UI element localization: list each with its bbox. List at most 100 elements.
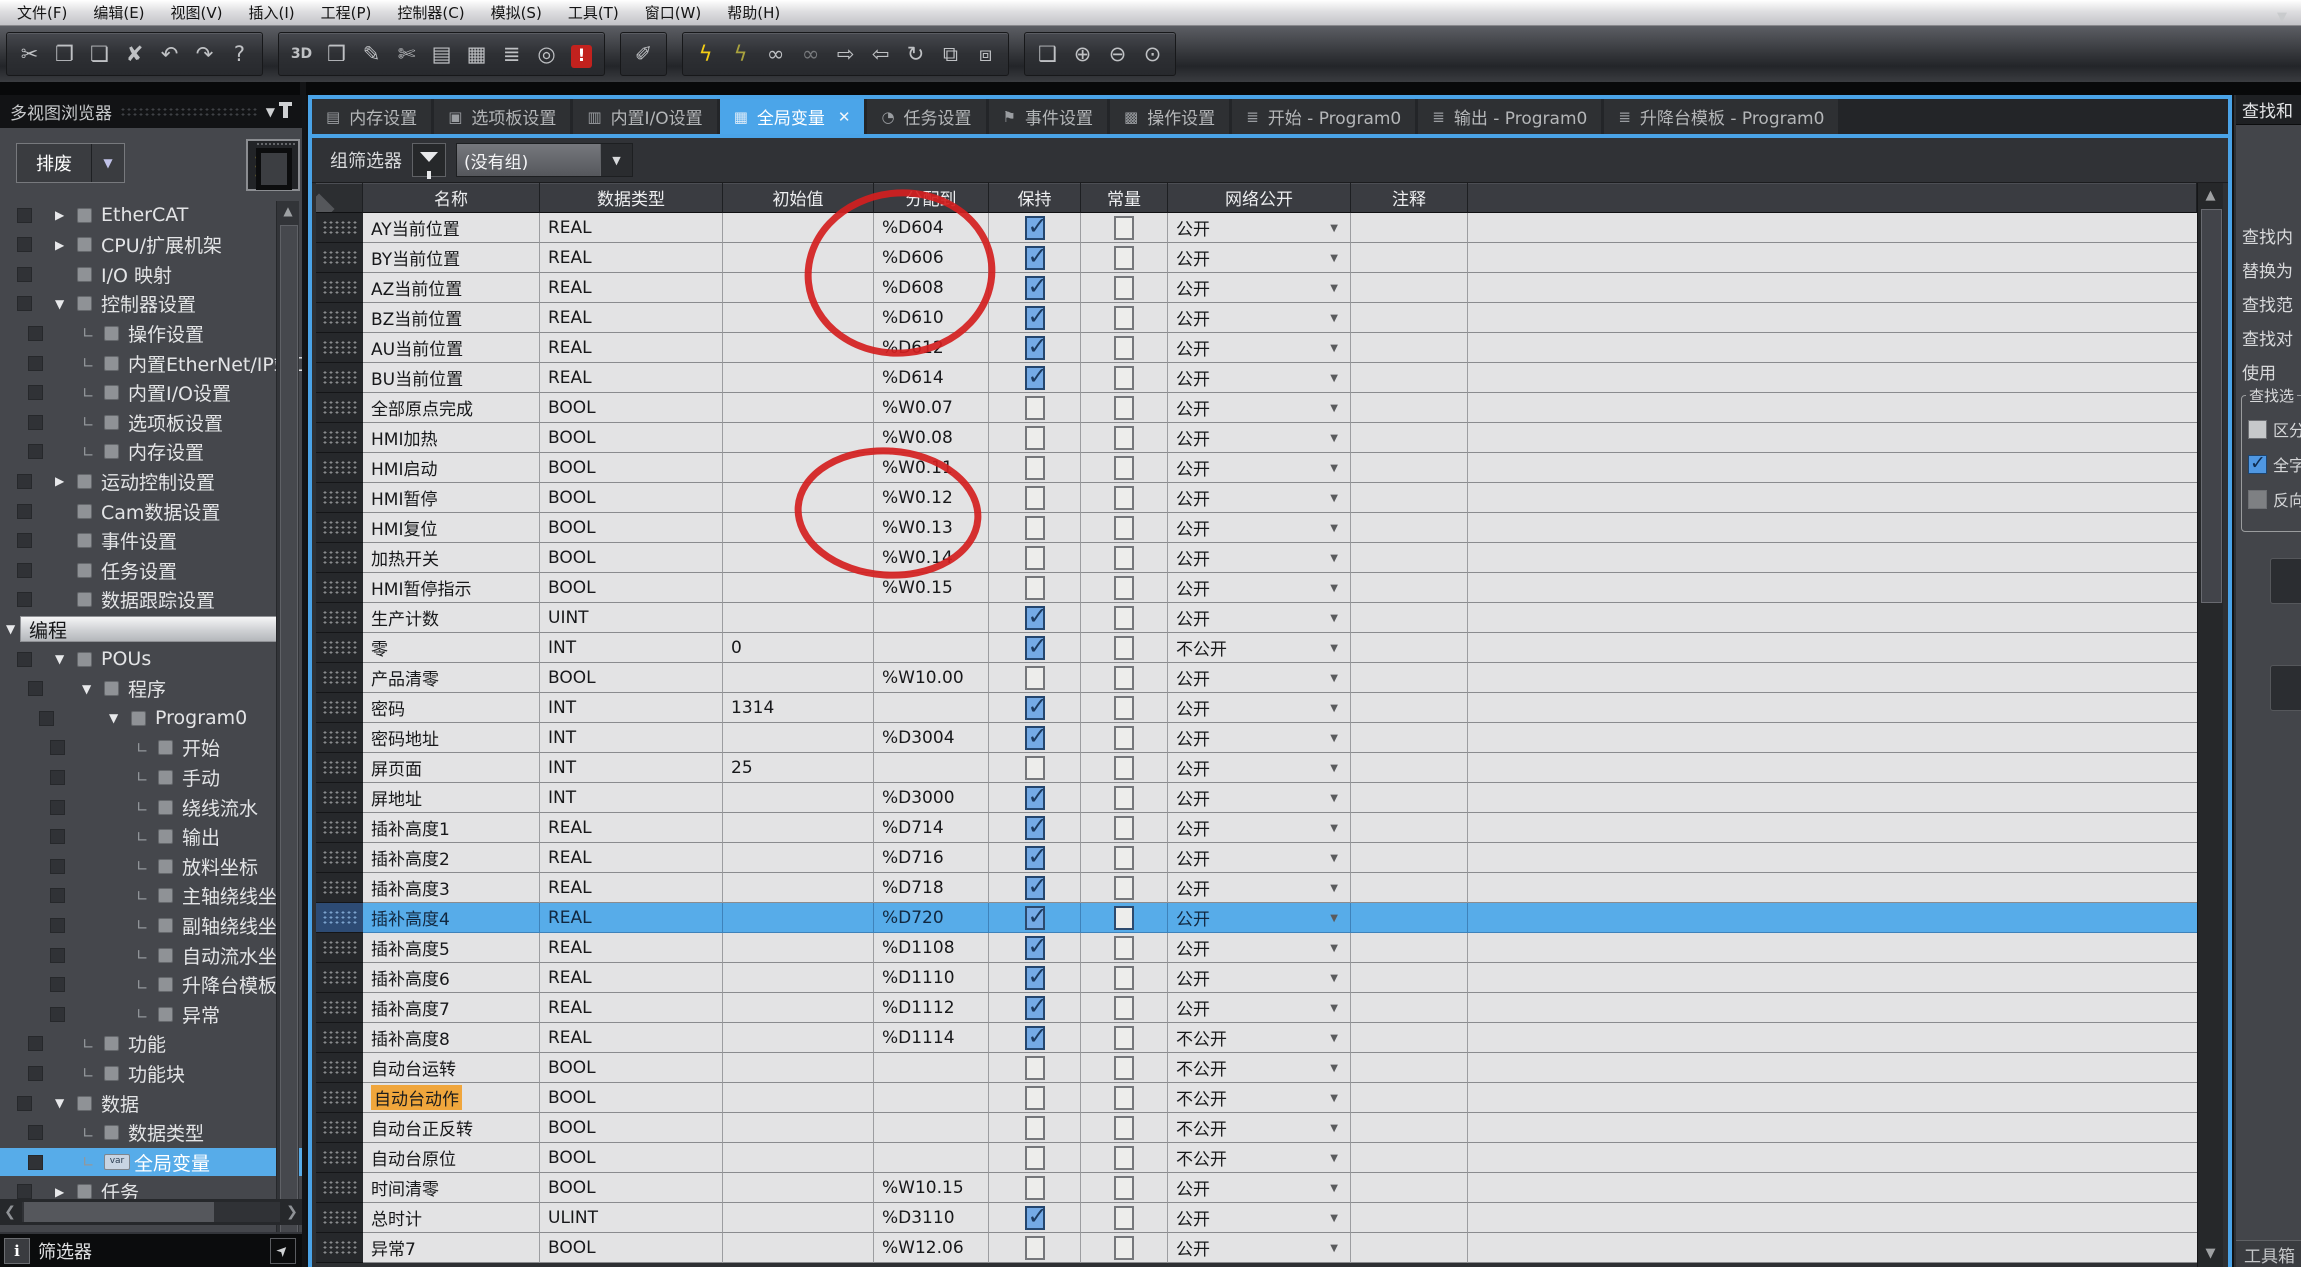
collapse-arrow-icon[interactable]: ▼ (109, 711, 118, 725)
constant-checkbox[interactable] (1114, 1146, 1134, 1170)
cell-network-publish[interactable]: 公开▼ (1168, 1233, 1351, 1263)
tree-item[interactable]: ▼数据 (0, 1089, 302, 1117)
cell-data-type[interactable]: REAL (540, 243, 723, 273)
cell-network-publish[interactable]: 公开▼ (1168, 273, 1351, 303)
cell-comment[interactable] (1351, 993, 1468, 1023)
cell-network-publish[interactable]: 不公开▼ (1168, 1053, 1351, 1083)
tree-item[interactable]: Cam数据设置 (0, 497, 302, 525)
cell-at-address[interactable] (874, 693, 989, 723)
cell-initial-value[interactable] (723, 513, 874, 543)
cell-comment[interactable] (1351, 633, 1468, 663)
table-scrollbar-thumb[interactable] (2201, 209, 2222, 603)
cell-name[interactable]: BY当前位置 (363, 243, 540, 273)
cell-name[interactable]: 插补高度4 (363, 903, 540, 933)
constant-checkbox[interactable] (1114, 846, 1134, 870)
fit-page-icon[interactable]: ❑ (1030, 34, 1065, 74)
cell-data-type[interactable]: BOOL (540, 513, 723, 543)
tree-item[interactable]: ∟升降台模板 (0, 971, 302, 999)
cell-at-address[interactable]: %W0.13 (874, 513, 989, 543)
tree-item[interactable]: 事件设置 (0, 527, 302, 555)
cell-initial-value[interactable] (723, 1143, 874, 1173)
controller-selector[interactable]: 排废 ▼ (16, 143, 125, 183)
cell-data-type[interactable]: INT (540, 753, 723, 783)
cell-initial-value[interactable] (723, 243, 874, 273)
cell-network-publish[interactable]: 公开▼ (1168, 963, 1351, 993)
tree-item[interactable]: ∟内置I/O设置 (0, 379, 302, 407)
tab-item[interactable]: ▣选项板设置 (434, 99, 570, 134)
cell-network-publish[interactable]: 公开▼ (1168, 303, 1351, 333)
cell-at-address[interactable]: %W0.15 (874, 573, 989, 603)
cell-name[interactable]: 插补高度8 (363, 1023, 540, 1053)
row-handle[interactable] (316, 603, 363, 633)
constant-checkbox[interactable] (1114, 696, 1134, 720)
chevron-down-icon[interactable]: ▼ (1330, 373, 1338, 384)
go-online-icon[interactable]: ϟ (688, 34, 723, 74)
cell-initial-value[interactable] (723, 1203, 874, 1233)
constant-checkbox[interactable] (1114, 1116, 1134, 1140)
stop-monitor-icon[interactable]: ∞ (793, 34, 828, 74)
menu-item[interactable]: 视图(V) (158, 0, 236, 25)
retain-checkbox[interactable] (1025, 366, 1045, 390)
collapse-arrow-icon[interactable]: ▼ (55, 1096, 64, 1110)
retain-checkbox[interactable] (1025, 486, 1045, 510)
row-handle[interactable] (316, 363, 363, 393)
window-layout-icon[interactable]: ❒ (319, 34, 354, 74)
row-handle[interactable] (316, 873, 363, 903)
cell-network-publish[interactable]: 公开▼ (1168, 903, 1351, 933)
cell-network-publish[interactable]: 公开▼ (1168, 573, 1351, 603)
scroll-up-icon[interactable]: ▲ (2198, 185, 2223, 207)
cell-data-type[interactable]: BOOL (540, 453, 723, 483)
cell-initial-value[interactable] (723, 1173, 874, 1203)
chevron-down-icon[interactable]: ▼ (1330, 523, 1338, 534)
cell-at-address[interactable]: %W10.00 (874, 663, 989, 693)
tree-item[interactable]: ▼程序 (0, 675, 302, 703)
go-offline-icon[interactable]: ϟ (723, 34, 758, 74)
constant-checkbox[interactable] (1114, 936, 1134, 960)
cell-data-type[interactable]: BOOL (540, 543, 723, 573)
cell-comment[interactable] (1351, 783, 1468, 813)
cell-data-type[interactable]: REAL (540, 213, 723, 243)
cell-data-type[interactable]: REAL (540, 273, 723, 303)
tree-item[interactable]: ∟选项板设置 (0, 408, 302, 436)
row-handle[interactable] (316, 1203, 363, 1233)
chevron-down-icon[interactable]: ▼ (1330, 703, 1338, 714)
cell-network-publish[interactable]: 公开▼ (1168, 933, 1351, 963)
cell-name[interactable]: AU当前位置 (363, 333, 540, 363)
cell-comment[interactable] (1351, 603, 1468, 633)
row-handle[interactable] (316, 513, 363, 543)
cell-data-type[interactable]: BOOL (540, 1083, 723, 1113)
cell-data-type[interactable]: REAL (540, 993, 723, 1023)
tree-item[interactable]: ∟异常 (0, 1000, 302, 1028)
constant-checkbox[interactable] (1114, 516, 1134, 540)
row-handle[interactable] (316, 333, 363, 363)
menu-item[interactable]: 模拟(S) (478, 0, 555, 25)
retain-checkbox[interactable] (1025, 546, 1045, 570)
cell-comment[interactable] (1351, 693, 1468, 723)
retain-checkbox[interactable] (1025, 216, 1045, 240)
cell-data-type[interactable]: BOOL (540, 1233, 723, 1263)
tab-item[interactable]: ⚑事件设置 (989, 99, 1107, 134)
retain-checkbox[interactable] (1025, 876, 1045, 900)
row-handle[interactable] (316, 273, 363, 303)
row-handle[interactable] (316, 423, 363, 453)
checkbox[interactable] (2248, 490, 2267, 509)
chevron-down-icon[interactable]: ▼ (1330, 463, 1338, 474)
cell-network-publish[interactable]: 不公开▼ (1168, 1023, 1351, 1053)
cell-at-address[interactable]: %W0.14 (874, 543, 989, 573)
table-vertical-scrollbar[interactable]: ▲ ▼ (2197, 183, 2223, 1267)
cell-name[interactable]: 加热开关 (363, 543, 540, 573)
monitor-icon[interactable]: ∞ (758, 34, 793, 74)
cell-at-address[interactable]: %D718 (874, 873, 989, 903)
cell-network-publish[interactable]: 公开▼ (1168, 873, 1351, 903)
retain-checkbox[interactable] (1025, 1026, 1045, 1050)
cross-reference-icon[interactable]: ✄ (389, 34, 424, 74)
constant-checkbox[interactable] (1114, 666, 1134, 690)
filter-bar[interactable]: i 筛选器 ➤ (0, 1232, 302, 1267)
cell-comment[interactable] (1351, 813, 1468, 843)
cell-at-address[interactable] (874, 603, 989, 633)
cell-name[interactable]: 时间清零 (363, 1173, 540, 1203)
cell-initial-value[interactable] (723, 933, 874, 963)
tree-vertical-scrollbar[interactable]: ▲ ▼ (276, 201, 299, 1267)
edit-mode-icon[interactable]: ✐ (626, 34, 661, 74)
cell-comment[interactable] (1351, 1023, 1468, 1053)
